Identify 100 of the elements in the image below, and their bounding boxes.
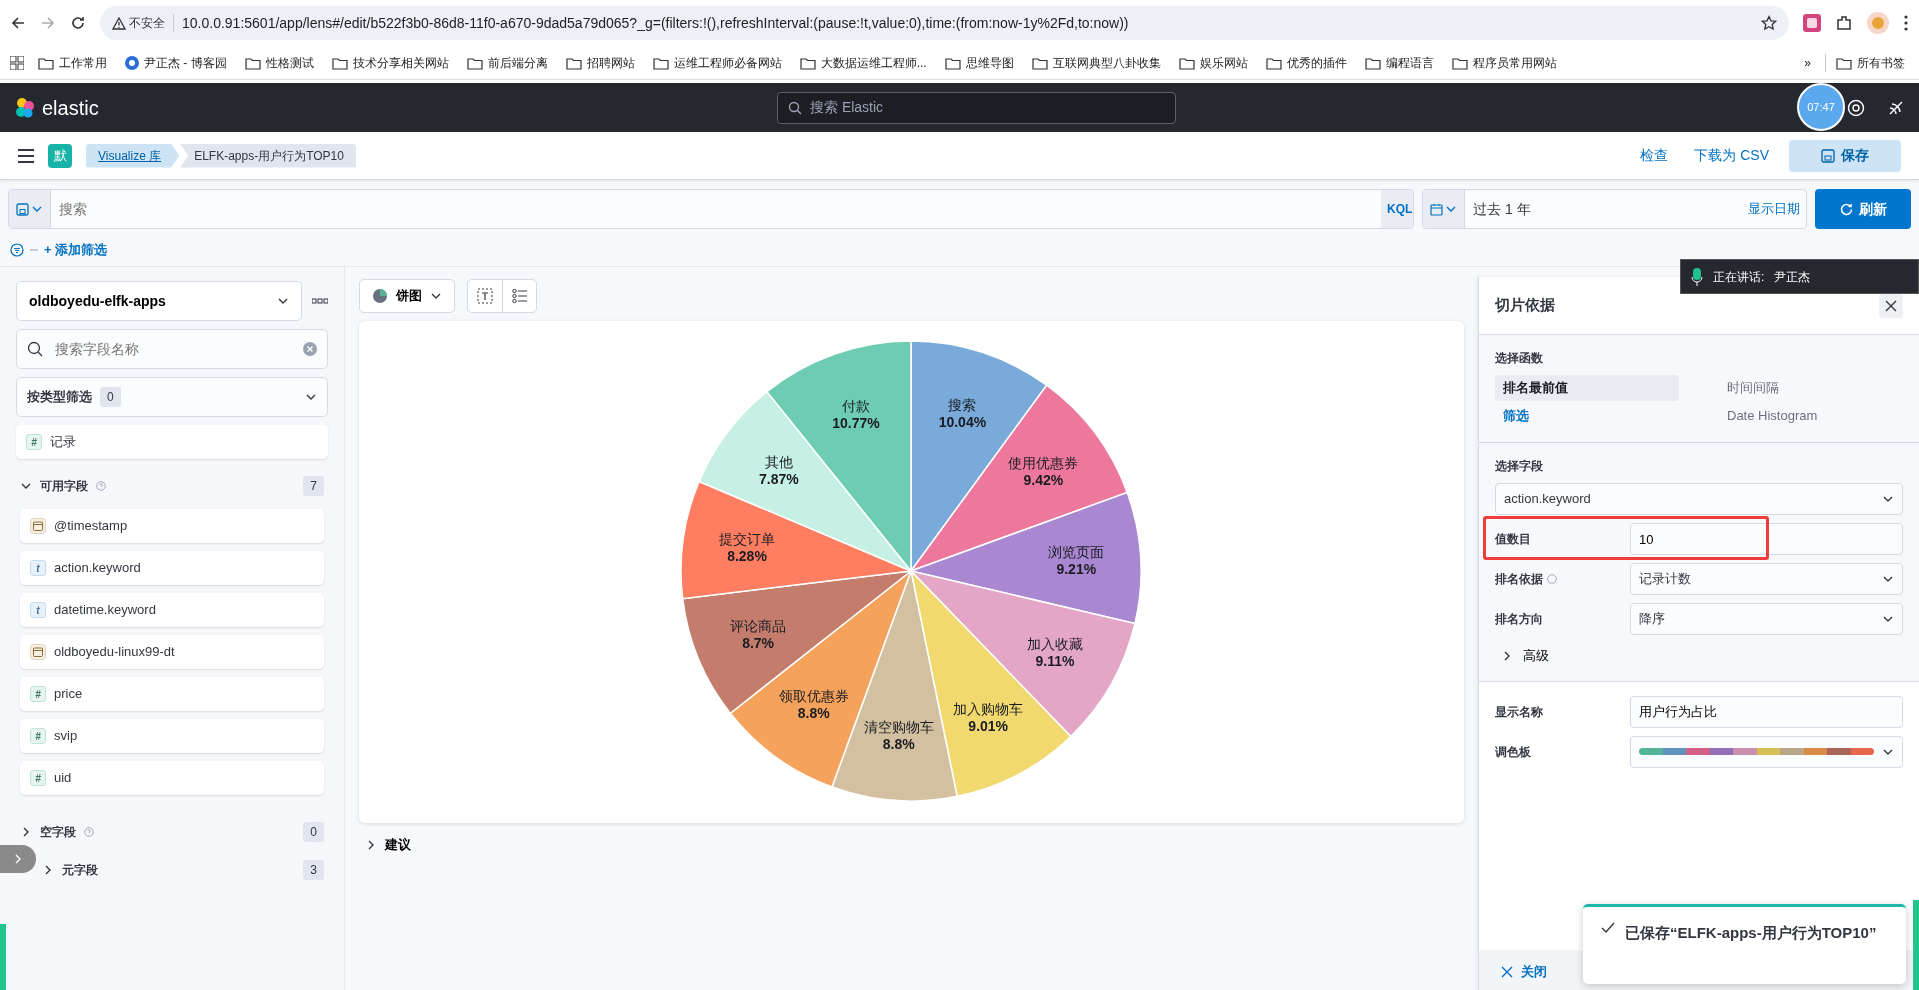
slice-label: 使用优惠券 (1008, 454, 1079, 471)
clear-icon[interactable] (303, 342, 317, 356)
setting-label: 值数目 (1495, 531, 1531, 548)
refresh-button[interactable]: 刷新 (1815, 189, 1911, 229)
help-icon[interactable] (1847, 98, 1865, 117)
slice-value: 8.7% (742, 634, 775, 651)
function-option[interactable]: 筛选 (1495, 402, 1679, 428)
slice-label: 加入收藏 (1027, 635, 1083, 652)
apps-grid-icon[interactable] (10, 55, 24, 70)
slice-value: 9.11% (1035, 652, 1075, 669)
close-button[interactable] (1879, 293, 1903, 318)
bookmark-folder[interactable]: 运维工程师必备网站 (648, 53, 786, 72)
field-item[interactable]: t action.keyword (20, 551, 324, 585)
add-filter-link[interactable]: + 添加筛选 (44, 240, 108, 260)
type-filter-dropdown[interactable]: 按类型筛选 0 (16, 377, 328, 417)
function-option[interactable]: 排名最前值 (1495, 375, 1679, 401)
bookmark-folder[interactable]: 所有书签 (1825, 53, 1909, 72)
palette-select[interactable] (1630, 735, 1903, 768)
bookmark-folder[interactable]: 互联网典型八卦收集 (1027, 53, 1165, 72)
reload-icon[interactable] (70, 15, 86, 31)
security-label[interactable]: 不安全 (112, 14, 174, 32)
bookmark-folder[interactable]: 思维导图 (940, 53, 1018, 72)
breadcrumb-link[interactable]: Visualize 库 (86, 143, 180, 168)
saved-query-button[interactable] (9, 190, 51, 228)
field-item[interactable]: # price (20, 677, 324, 711)
more-icon[interactable] (312, 298, 328, 304)
extension-badge-icon[interactable] (1803, 14, 1821, 32)
field-name: svip (54, 727, 78, 746)
pie-chart-icon (372, 288, 388, 304)
folder-icon (1265, 55, 1282, 70)
query-input[interactable]: 搜索 (51, 190, 1381, 228)
field-item[interactable]: t datetime.keyword (20, 593, 324, 627)
folder-icon (1836, 55, 1852, 70)
collapse-button[interactable] (0, 845, 36, 873)
language-button[interactable]: KQL (1381, 190, 1413, 228)
field-name: uid (54, 769, 72, 788)
bookmarks-overflow[interactable]: » (1800, 53, 1815, 72)
field-type-icon: # (30, 728, 46, 744)
field-search[interactable]: 搜索字段名称 (16, 329, 328, 369)
toolbar-link[interactable]: 下载为 CSV (1688, 144, 1775, 167)
filter-icon[interactable] (10, 243, 24, 257)
slice-value: 8.8% (882, 736, 915, 753)
bookmark-folder[interactable]: 性格测试 (240, 53, 318, 72)
advanced-toggle[interactable]: 高级 (1495, 645, 1555, 667)
field-item[interactable]: oldboyedu-linux99-dt (20, 635, 324, 669)
field-count: 3 (303, 860, 324, 880)
section-title: 元字段 (62, 862, 98, 879)
query-field[interactable]: 搜索 KQL (8, 189, 1414, 229)
setting-select[interactable]: 降序 (1630, 603, 1903, 635)
bookmark-folder[interactable]: 优秀的插件 (1261, 53, 1351, 72)
field-item[interactable]: # svip (20, 719, 324, 753)
bookmark-folder[interactable]: 工作常用 (34, 53, 111, 72)
field-search-input[interactable]: 搜索字段名称 (53, 337, 293, 361)
save-button[interactable]: 保存 (1789, 139, 1901, 172)
slice-value: 10.77% (832, 414, 880, 431)
date-range-text[interactable]: 过去 1 年 (1465, 190, 1742, 228)
toolbar-link[interactable]: 检查 (1634, 144, 1675, 167)
field-section-toggle[interactable]: 空字段 0 (16, 817, 328, 847)
puzzle-icon[interactable] (1835, 14, 1853, 32)
field-item[interactable]: # 记录 (16, 425, 328, 459)
display-name-input[interactable]: 用户行为占比 (1630, 695, 1903, 728)
bookmark-folder[interactable]: 技术分享相关网站 (327, 53, 453, 72)
help-icon (96, 481, 106, 491)
bookmark-folder[interactable]: 前后端分离 (462, 53, 552, 72)
bookmark-folder[interactable]: 娱乐网站 (1174, 53, 1252, 72)
folder-icon (652, 55, 669, 70)
bookmark-folder[interactable]: 程序员常用网站 (1447, 53, 1561, 72)
field-name: datetime.keyword (54, 601, 156, 620)
field-section-toggle[interactable]: 元字段 3 (38, 855, 328, 885)
show-dates-link[interactable]: 显示日期 (1742, 190, 1806, 228)
slice-value: 7.87% (759, 471, 799, 488)
field-item[interactable]: @timestamp (20, 509, 324, 543)
folder-icon (799, 55, 816, 70)
value-input[interactable]: 10 (1630, 523, 1903, 555)
menu-icon[interactable] (18, 148, 34, 163)
field-item[interactable]: # uid (20, 761, 324, 795)
setting-select[interactable]: 记录计数 (1630, 563, 1903, 595)
global-search-field[interactable]: 搜索 Elastic (777, 91, 1176, 124)
field-section-toggle[interactable]: 可用字段 7 (16, 471, 328, 501)
bookmark-folder[interactable]: 编程语言 (1360, 53, 1438, 72)
field-select[interactable]: action.keyword (1495, 483, 1903, 515)
chart-type-select[interactable]: 饼图 (359, 279, 455, 313)
bookmark-folder[interactable]: 大数据运维工程师... (795, 53, 931, 72)
section-title: 空字段 (40, 824, 76, 841)
back-icon[interactable] (10, 15, 26, 31)
address-bar[interactable]: 不安全 10.0.0.91:5601/app/lens#/edit/b522f3b0-86d8-11f0-a670-9dad5a79d065?_g=(filters:!(),refreshInterval:(pause:!t,value:0),time:(from:now-1y%2Fd,to:now)) (100, 6, 1789, 40)
close-panel-button[interactable]: 关闭 (1495, 961, 1553, 983)
breadcrumb-current: ELFK-apps-用户行为TOP10 (180, 143, 356, 168)
bookmark-folder[interactable]: 招聘网站 (561, 53, 639, 72)
save-icon (1821, 148, 1835, 163)
slice-label: 评论商品 (730, 617, 787, 634)
star-icon[interactable] (1761, 15, 1777, 31)
folder-icon (944, 55, 961, 70)
index-pattern-select[interactable]: oldboyedu-elfk-apps (16, 281, 302, 321)
bookmark-link[interactable]: 尹正杰 - 博客园 (121, 53, 231, 72)
setting-label: 排名依据 (1495, 571, 1543, 588)
suggestions-toggle[interactable]: 建议 (359, 831, 417, 859)
folder-icon (38, 55, 54, 70)
close-icon (1501, 966, 1513, 978)
menu-icon[interactable] (1903, 14, 1909, 32)
